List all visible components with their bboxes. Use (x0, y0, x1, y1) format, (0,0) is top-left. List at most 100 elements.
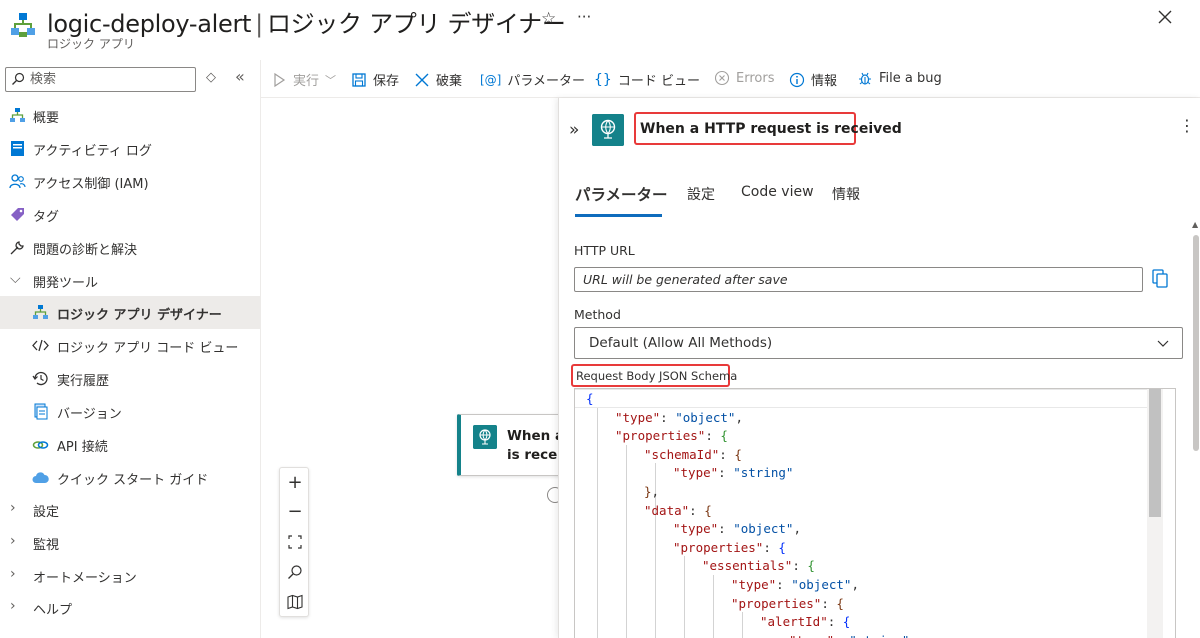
nav-item-tags[interactable]: タグ (0, 198, 260, 231)
nav-group-monitoring[interactable]: › 監視 (0, 526, 260, 559)
title-separator: | (255, 10, 263, 38)
more-vertical-icon[interactable]: ⋮ (1179, 118, 1195, 134)
method-value: Default (Allow All Methods) (589, 335, 773, 351)
code-token: { (586, 391, 594, 406)
minimap-button[interactable] (280, 587, 310, 616)
tab-code-view[interactable]: Code view (741, 184, 814, 200)
nav-group-automation[interactable]: › オートメーション (0, 559, 260, 592)
nav-item-code-view[interactable]: ロジック アプリ コード ビュー (0, 329, 260, 362)
fit-view-button[interactable] (280, 527, 310, 556)
panel-title-highlight[interactable]: When a HTTP request is received (634, 112, 902, 145)
activity-log-icon (11, 141, 24, 156)
code-line: "type": "string" (789, 631, 909, 638)
code-token: : (660, 409, 676, 425)
play-icon (274, 72, 286, 87)
nav-item-run-history[interactable]: 実行履歴 (0, 362, 260, 395)
wrench-icon (10, 241, 24, 255)
title-bar: logic-deploy-alert | ロジック アプリ デザイナー ロジック ア… (0, 0, 1200, 58)
code-token: "object" (733, 521, 794, 537)
http-trigger-icon (473, 425, 497, 449)
nav-label: 概要 (33, 111, 60, 126)
nav-label: ロジック アプリ コード ビュー (57, 341, 239, 356)
code-line: "essentials": { (702, 556, 815, 575)
code-token: "properties" (673, 539, 764, 555)
code-token: "type" (615, 409, 661, 425)
nav-item-api-connections[interactable]: API 接続 (0, 428, 260, 461)
indent-guide (597, 407, 598, 638)
nav-item-designer[interactable]: ロジック アプリ デザイナー (0, 296, 260, 329)
info-icon (789, 72, 805, 87)
panel-title: When a HTTP request is received (640, 121, 902, 137)
http-trigger-icon (592, 114, 624, 146)
nav-group-settings[interactable]: › 設定 (0, 493, 260, 526)
more-options-icon[interactable]: ··· (577, 8, 591, 26)
errors-button[interactable]: Errors (714, 70, 774, 86)
history-icon (32, 371, 48, 386)
active-tab-indicator (575, 214, 662, 217)
code-token: { (778, 539, 786, 555)
file-bug-button[interactable]: File a bug (857, 70, 942, 86)
sort-toggle-icon[interactable]: ◇ (206, 70, 216, 85)
http-url-field[interactable]: URL will be generated after save (574, 267, 1143, 292)
info-button[interactable]: 情報 (789, 70, 837, 89)
discard-button[interactable]: 破棄 (414, 70, 462, 89)
versions-icon (34, 403, 48, 420)
code-line: "properties": { (673, 538, 786, 557)
json-schema-editor[interactable]: {"type": "object", "properties": {"schema… (574, 388, 1176, 638)
code-line: "type": "object", (731, 575, 859, 594)
trigger-details-panel: » When a HTTP request is received ⋮ パラメー… (558, 98, 1200, 638)
nav-item-quickstart[interactable]: クイック スタート ガイド (0, 461, 260, 494)
nav-item-overview[interactable]: 概要 (0, 99, 260, 132)
nav-item-iam[interactable]: アクセス制御 (IAM) (0, 165, 260, 198)
search-icon (12, 72, 25, 85)
tab-info[interactable]: 情報 (832, 184, 860, 204)
code-token: "properties" (731, 595, 822, 611)
nav-search-input[interactable] (30, 70, 190, 89)
nav-group-dev-tools[interactable]: ⌵ 開発ツール (0, 264, 260, 297)
chevron-right-icon: › (10, 566, 16, 582)
http-url-label: HTTP URL (574, 243, 635, 258)
zoom-out-button[interactable]: − (280, 497, 310, 526)
nav-item-versions[interactable]: バージョン (0, 395, 260, 428)
expand-panel-icon[interactable]: » (569, 120, 579, 140)
fit-view-icon (288, 534, 302, 549)
page-title: logic-deploy-alert | ロジック アプリ デザイナー (47, 4, 566, 39)
nav-item-diagnose[interactable]: 問題の診断と解決 (0, 231, 260, 264)
panel-scrollbar-thumb[interactable] (1193, 235, 1199, 451)
tab-parameters[interactable]: パラメーター (575, 183, 668, 205)
run-button[interactable]: 実行 ﹀ (271, 70, 336, 89)
tab-settings[interactable]: 設定 (687, 184, 715, 204)
collapse-nav-icon[interactable]: « (235, 67, 245, 86)
save-button[interactable]: 保存 (351, 70, 399, 89)
nav-item-activity-log[interactable]: アクティビティ ログ (0, 132, 260, 165)
search-canvas-button[interactable] (280, 557, 310, 586)
close-icon[interactable] (1156, 8, 1174, 26)
code-token: { (704, 502, 712, 518)
code-token: : (719, 446, 735, 462)
method-dropdown[interactable]: Default (Allow All Methods) (574, 327, 1183, 359)
favorite-star-icon[interactable]: ☆ (541, 9, 556, 29)
nav-label: ヘルプ (33, 603, 73, 618)
cloud-icon (32, 472, 49, 483)
zoom-in-button[interactable]: + (280, 468, 310, 497)
designer-toolbar: 実行 ﹀ 保存 破棄 [@] パラメーター {} コード ビュー Errors … (261, 62, 961, 96)
code-view-button[interactable]: {} コード ビュー (594, 70, 700, 90)
code-token: : (763, 539, 779, 555)
copy-icon[interactable] (1151, 269, 1169, 288)
code-token: { (807, 558, 815, 574)
zoom-controls: + − (279, 467, 309, 617)
editor-scrollbar-thumb[interactable] (1149, 389, 1161, 517)
nav-label: 監視 (33, 538, 60, 553)
panel-scroll-up-icon[interactable]: ▲ (1192, 220, 1198, 229)
discard-label: 破棄 (436, 74, 463, 89)
nav-search-box[interactable] (5, 67, 196, 92)
code-token: , (793, 521, 801, 537)
info-label: 情報 (811, 74, 838, 89)
code-line: { (586, 389, 594, 408)
parameters-button[interactable]: [@] パラメーター (480, 70, 585, 90)
nav-group-help[interactable]: › ヘルプ (0, 591, 260, 624)
api-connection-icon (32, 441, 49, 449)
tag-icon (11, 208, 24, 221)
code-token: "string" (733, 465, 794, 481)
code-token: "object" (791, 577, 852, 592)
